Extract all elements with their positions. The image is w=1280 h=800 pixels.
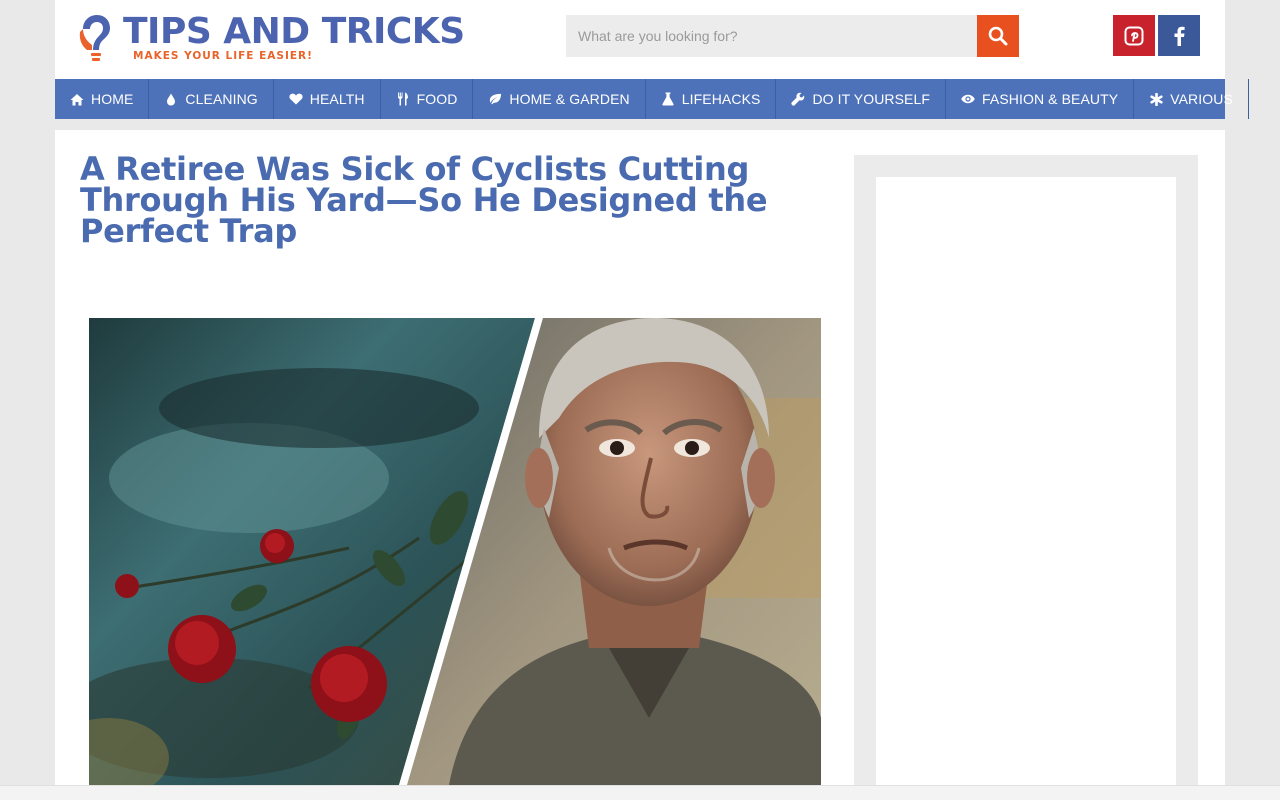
search-form: [566, 15, 1019, 57]
nav-label: FASHION & BEAUTY: [982, 91, 1119, 107]
article-title[interactable]: A Retiree Was Sick of Cyclists Cutting T…: [80, 153, 840, 247]
site-title: TIPS AND TRICKS: [123, 11, 465, 52]
main-content: A Retiree Was Sick of Cyclists Cutting T…: [55, 130, 1225, 800]
heart-icon: [289, 92, 303, 106]
page-container: TIPS AND TRICKS MAKES YOUR LIFE EASIER!: [55, 0, 1249, 800]
nav-item-health[interactable]: HEALTH: [274, 79, 381, 119]
nav-label: CLEANING: [185, 91, 258, 107]
nav-label: LIFEHACKS: [681, 91, 761, 107]
pinterest-icon: [1124, 26, 1144, 45]
nav-label: HEALTH: [309, 91, 365, 107]
site-header: TIPS AND TRICKS MAKES YOUR LIFE EASIER!: [55, 0, 1225, 79]
search-button[interactable]: [977, 15, 1019, 57]
nav-item-food[interactable]: FOOD: [381, 79, 474, 119]
nav-item-various[interactable]: VARIOUS: [1134, 79, 1249, 119]
facebook-icon: [1174, 26, 1185, 46]
hero-illustration: [89, 318, 821, 785]
home-icon: [70, 92, 84, 106]
flask-icon: [661, 92, 675, 106]
asterisk-icon: [1149, 92, 1163, 106]
page-bottom-edge: [0, 785, 1280, 800]
cutlery-icon: [396, 92, 410, 106]
sidebar-ad-slot: [876, 177, 1176, 800]
drop-icon: [164, 92, 178, 106]
nav-label: HOME & GARDEN: [509, 91, 630, 107]
nav-item-home[interactable]: HOME: [55, 79, 150, 119]
site-logo[interactable]: TIPS AND TRICKS MAKES YOUR LIFE EASIER!: [79, 11, 479, 66]
nav-item-home-garden[interactable]: HOME & GARDEN: [473, 79, 646, 119]
nav-label: DO IT YOURSELF: [812, 91, 931, 107]
nav-label: FOOD: [416, 91, 458, 107]
main-navigation: HOME CLEANING HEALTH FOOD HOME & GARDEN: [55, 79, 1249, 119]
article-hero-image[interactable]: [89, 318, 821, 785]
search-input[interactable]: [566, 15, 977, 57]
nav-item-fashion-beauty[interactable]: FASHION & BEAUTY: [946, 79, 1135, 119]
nav-item-cleaning[interactable]: CLEANING: [149, 79, 274, 119]
pinterest-button[interactable]: [1113, 15, 1155, 56]
eye-icon: [961, 92, 975, 106]
sidebar: [854, 155, 1198, 800]
nav-label: VARIOUS: [1170, 91, 1233, 107]
search-icon: [988, 26, 1008, 46]
nav-item-lifehacks[interactable]: LIFEHACKS: [646, 79, 777, 119]
nav-label: HOME: [91, 91, 134, 107]
nav-item-do-it-yourself[interactable]: DO IT YOURSELF: [776, 79, 947, 119]
wrench-icon: [791, 92, 805, 106]
site-tagline: MAKES YOUR LIFE EASIER!: [133, 50, 313, 62]
facebook-button[interactable]: [1158, 15, 1200, 56]
lightbulb-question-icon: [79, 15, 110, 61]
leaf-icon: [488, 92, 502, 106]
